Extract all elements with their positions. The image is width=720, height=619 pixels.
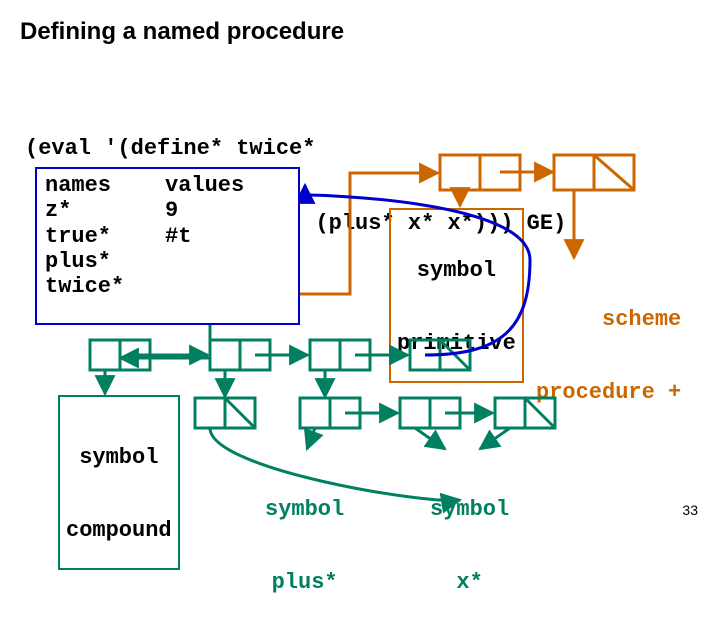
arrow-g-to-x-label-2 [480, 428, 510, 449]
symbol-primitive-label: symbol primitive [389, 208, 524, 383]
slide-number: 33 [682, 502, 698, 518]
scheme-l1: scheme [536, 308, 681, 332]
code-line-1: (eval '(define* twice* [25, 136, 566, 161]
env-value-1: #t [165, 224, 191, 249]
symbol-primitive-l1: symbol [397, 259, 516, 283]
symbol-x-label: symbol x* [430, 450, 509, 619]
scheme-procedure-label: scheme procedure + [536, 260, 681, 429]
symbol-plus-l1: symbol [265, 498, 344, 522]
symbol-plus-l2: plus* [265, 571, 344, 595]
symbol-plus-label: symbol plus* [265, 450, 344, 619]
env-name-0: z* [45, 198, 165, 223]
env-name-2: plus* [45, 249, 165, 274]
symbol-compound-l2: compound [66, 519, 172, 543]
symbol-x-l2: x* [430, 571, 509, 595]
symbol-x-l1: symbol [430, 498, 509, 522]
arrow-g-to-plus-label [307, 428, 315, 449]
cons-row-bottom [195, 398, 555, 428]
env-header-names: names [45, 173, 165, 198]
symbol-compound-label: symbol compound [58, 395, 180, 570]
environment-box: names values z* 9 true* #t plus* twice* [35, 167, 300, 325]
env-name-1: true* [45, 224, 165, 249]
arrow-g-to-x-label-1 [415, 428, 445, 449]
symbol-compound-l1: symbol [66, 446, 172, 470]
env-value-0: 9 [165, 198, 178, 223]
symbol-primitive-l2: primitive [397, 332, 516, 356]
scheme-l2: procedure + [536, 381, 681, 405]
env-name-3: twice* [45, 274, 165, 299]
env-header-values: values [165, 173, 244, 198]
slide-title: Defining a named procedure [20, 18, 344, 46]
